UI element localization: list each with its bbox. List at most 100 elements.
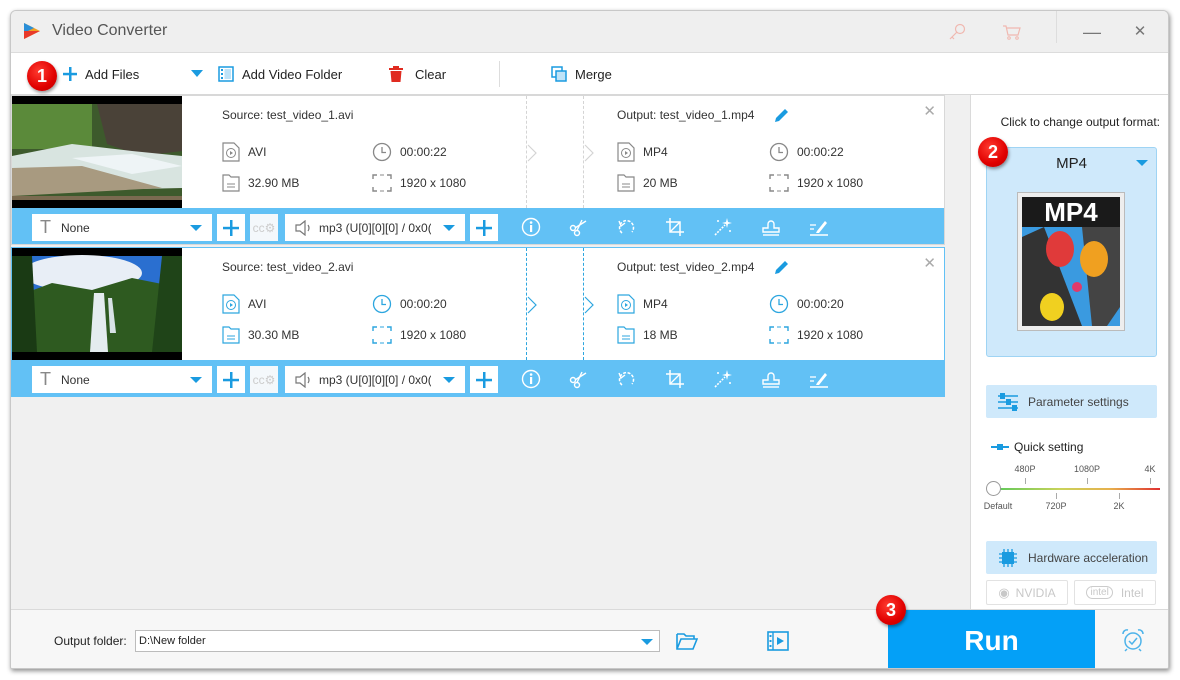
clock-icon — [372, 294, 392, 314]
output-size: 20 MB — [617, 174, 678, 192]
output-duration: 00:00:22 — [769, 142, 844, 162]
output-preview-icon[interactable] — [767, 631, 789, 651]
step-badge-2: 2 — [978, 137, 1008, 167]
file-item[interactable]: Source: test_video_1.avi AVI 00:00:22 32… — [11, 95, 945, 245]
effects-button[interactable] — [712, 368, 734, 390]
file-item[interactable]: Source: test_video_2.avi AVI 00:00:20 30… — [11, 247, 945, 397]
quality-label-720p: 720P — [1045, 501, 1067, 511]
rotate-button[interactable] — [615, 368, 637, 390]
source-size: 32.90 MB — [222, 174, 299, 192]
edit-output-name-icon[interactable] — [774, 107, 790, 123]
file-size-icon — [617, 174, 635, 192]
speaker-icon — [295, 219, 310, 236]
output-info: Output: test_video_1.mp4 MP4 00:00:22 20… — [617, 96, 917, 208]
output-resolution-value: 1920 x 1080 — [797, 328, 864, 342]
subtitle-value: None — [61, 220, 90, 235]
edit-output-name-icon[interactable] — [774, 259, 790, 275]
add-files-label: Add Files — [85, 66, 140, 82]
source-resolution-value: 1920 x 1080 — [400, 176, 467, 190]
remove-item-button[interactable]: ✕ — [923, 102, 936, 120]
add-files-dropdown[interactable] — [191, 53, 211, 95]
add-video-folder-button[interactable]: Add Video Folder — [218, 53, 342, 95]
clear-button[interactable]: Clear — [389, 53, 446, 95]
crop-button[interactable] — [664, 216, 686, 238]
output-format-selector[interactable]: MP4 MP4 — [986, 147, 1157, 357]
add-subtitle-button[interactable] — [217, 214, 245, 241]
hardware-acceleration-button[interactable]: Hardware acceleration — [986, 541, 1157, 574]
audio-track-dropdown[interactable]: mp3 (U[0][0][0] / 0x0( — [285, 214, 465, 241]
remove-item-button[interactable]: ✕ — [923, 254, 936, 272]
output-size-value: 18 MB — [643, 328, 678, 342]
subtitle-edit-button[interactable] — [808, 216, 830, 238]
cut-button[interactable] — [567, 368, 589, 390]
speaker-icon — [295, 371, 310, 388]
output-folder-dropdown[interactable] — [641, 639, 653, 645]
info-button[interactable] — [520, 368, 542, 390]
caret-down-icon — [190, 377, 202, 383]
output-format-label: Click to change output format: — [1000, 115, 1160, 129]
key-icon[interactable] — [947, 22, 967, 42]
open-folder-icon[interactable] — [676, 632, 698, 650]
watermark-button[interactable] — [760, 368, 782, 390]
caret-down-icon — [190, 225, 202, 231]
crop-button[interactable] — [664, 368, 686, 390]
output-duration-value: 00:00:22 — [797, 145, 844, 159]
add-audio-button[interactable] — [470, 366, 498, 393]
quick-setting-icon — [991, 444, 1009, 450]
source-resolution: 1920 x 1080 — [372, 174, 466, 192]
info-button[interactable] — [520, 216, 542, 238]
source-duration-value: 00:00:20 — [400, 297, 447, 311]
video-thumbnail[interactable] — [12, 96, 182, 208]
add-audio-button[interactable] — [470, 214, 498, 241]
tick — [1056, 493, 1057, 499]
parameter-settings-button[interactable]: Parameter settings — [986, 385, 1157, 418]
source-format-value: AVI — [248, 145, 267, 159]
caret-down-icon — [443, 225, 455, 231]
plus-icon — [223, 219, 239, 236]
file-size-icon — [617, 326, 635, 344]
run-button[interactable]: Run — [888, 610, 1095, 668]
source-filename: Source: test_video_1.avi — [222, 108, 354, 122]
nvidia-toggle[interactable]: ◉ NVIDIA — [986, 580, 1068, 605]
quality-label-default: Default — [983, 501, 1013, 511]
scissors-icon — [569, 219, 587, 237]
intel-toggle[interactable]: intel Intel — [1074, 580, 1156, 605]
merge-label: Merge — [575, 66, 612, 82]
rotate-button[interactable] — [615, 216, 637, 238]
edit-lines-icon — [810, 221, 828, 236]
titlebar-divider — [1056, 11, 1057, 43]
audio-track-dropdown[interactable]: mp3 (U[0][0][0] / 0x0( — [285, 366, 465, 393]
cart-icon[interactable] — [1002, 22, 1022, 42]
output-info: Output: test_video_2.mp4 MP4 00:00:20 18… — [617, 248, 917, 360]
bottom-bar: Output folder: Run — [11, 609, 1168, 668]
alarm-clock-icon[interactable] — [1121, 628, 1145, 652]
subtitle-dropdown[interactable]: T None — [32, 366, 212, 393]
minimize-button[interactable]: — — [1080, 21, 1104, 43]
slider-handle[interactable] — [986, 481, 1001, 496]
video-file-icon — [617, 142, 635, 162]
caret-down-icon — [1136, 160, 1148, 166]
quality-slider[interactable]: 480P 1080P 4K Default 720P 2K — [983, 463, 1161, 513]
subtitle-settings-button[interactable]: cc⚙ — [250, 366, 278, 393]
video-thumbnail[interactable] — [12, 248, 182, 360]
add-files-button[interactable]: Add Files — [63, 53, 139, 95]
slider-track[interactable] — [994, 488, 1160, 490]
quality-label-4k: 4K — [1144, 464, 1156, 474]
merge-button[interactable]: Merge — [551, 53, 612, 95]
edit-lines-icon — [810, 373, 828, 388]
effects-button[interactable] — [712, 216, 734, 238]
watermark-button[interactable] — [760, 216, 782, 238]
hardware-acceleration-label: Hardware acceleration — [1028, 550, 1149, 565]
output-size: 18 MB — [617, 326, 678, 344]
subtitle-settings-button[interactable]: cc⚙ — [250, 214, 278, 241]
subtitle-dropdown[interactable]: T None — [32, 214, 212, 241]
tick — [1087, 478, 1088, 484]
cut-button[interactable] — [567, 216, 589, 238]
subtitle-edit-button[interactable] — [808, 368, 830, 390]
close-button[interactable]: ✕ — [1128, 21, 1152, 43]
add-subtitle-button[interactable] — [217, 366, 245, 393]
crop-icon — [666, 218, 684, 236]
info-icon — [521, 217, 541, 237]
quick-setting-label: Quick setting — [1014, 440, 1084, 454]
output-folder-input[interactable] — [135, 630, 660, 652]
